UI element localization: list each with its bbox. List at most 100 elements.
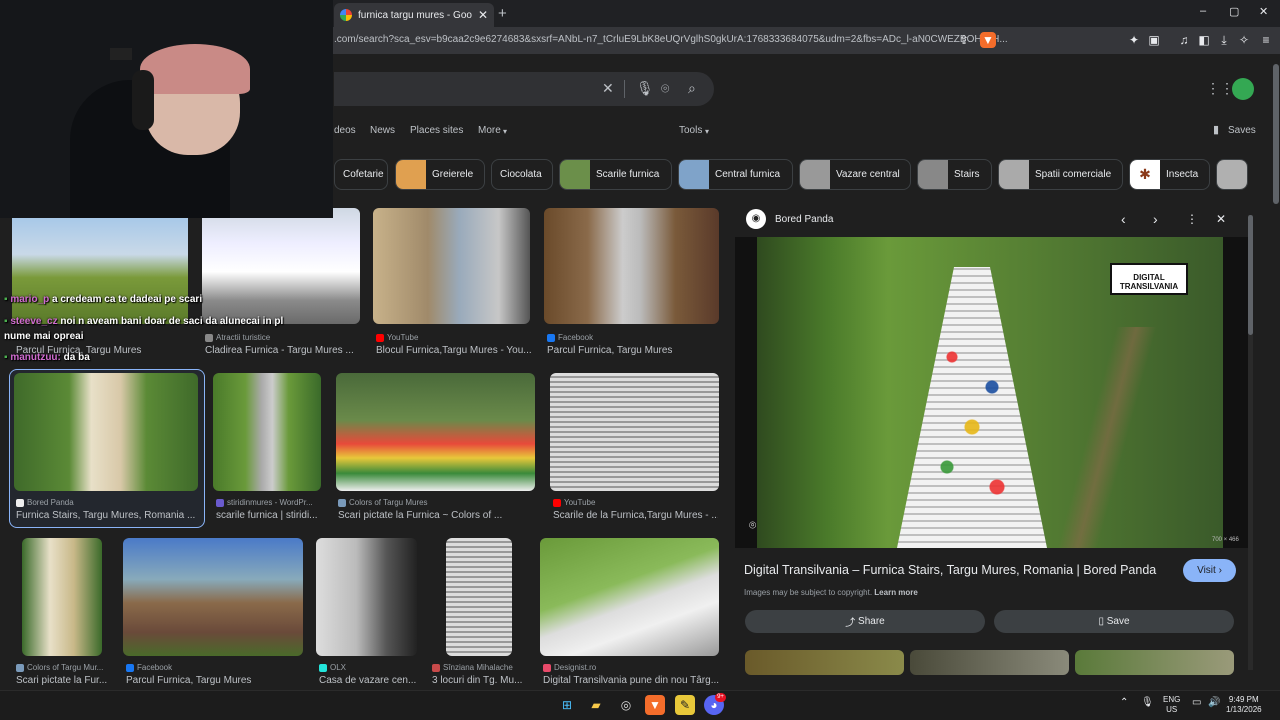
next-icon[interactable]: › bbox=[1153, 211, 1158, 227]
avatar[interactable] bbox=[1232, 78, 1254, 100]
tab-close-icon[interactable]: ✕ bbox=[478, 8, 488, 22]
apps-grid-icon[interactable]: ⋮⋮ bbox=[1206, 80, 1234, 97]
chip-central-furnica[interactable]: Central furnica bbox=[678, 159, 793, 190]
download-icon[interactable]: ⤓ bbox=[1216, 32, 1232, 48]
chip-label: Spatii comerciale bbox=[1035, 169, 1112, 180]
result-image[interactable] bbox=[336, 373, 535, 491]
result-caption[interactable]: Scarile de la Furnica,Targu Mures - ... bbox=[553, 510, 718, 521]
volume-icon[interactable]: 🔊 bbox=[1208, 698, 1220, 708]
brave-icon[interactable]: ▼ bbox=[645, 695, 665, 715]
nav-news[interactable]: News bbox=[370, 125, 395, 136]
close-window-button[interactable]: ✕ bbox=[1259, 5, 1268, 18]
file-explorer-icon[interactable]: ▰ bbox=[586, 695, 606, 715]
result-caption[interactable]: Parcul Furnica, Targu Mures bbox=[547, 345, 717, 356]
google-favicon-icon bbox=[340, 9, 352, 21]
obs-icon[interactable]: ◎ bbox=[616, 695, 636, 715]
result-caption[interactable]: scarile furnica | stiridi... bbox=[216, 510, 324, 521]
chip-spatii-comerciale[interactable]: Spatii comerciale bbox=[998, 159, 1123, 190]
result-caption[interactable]: Parcul Furnica, Targu Mures bbox=[126, 675, 304, 686]
result-image[interactable] bbox=[14, 373, 198, 491]
maximize-button[interactable]: ▢ bbox=[1229, 5, 1239, 18]
windows-start-icon[interactable]: ⊞ bbox=[557, 695, 577, 715]
clear-search-icon[interactable]: ✕ bbox=[602, 80, 614, 97]
result-image[interactable] bbox=[202, 208, 360, 324]
result-caption[interactable]: Casa de vazare cen... bbox=[319, 675, 417, 686]
related-image[interactable] bbox=[910, 650, 1069, 675]
url-field[interactable]: .com/search?sca_esv=b9caa2c9e6274683&sxs… bbox=[334, 34, 1008, 45]
chip-cofetarie[interactable]: Cofetarie bbox=[334, 159, 388, 190]
result-caption[interactable]: Scari pictate la Furnica ~ Colors of ... bbox=[338, 510, 533, 521]
result-caption[interactable]: Cladirea Furnica - Targu Mures ... bbox=[205, 345, 363, 356]
chip-vazare-central[interactable]: Vazare central bbox=[799, 159, 911, 190]
media-icon[interactable]: ♫ bbox=[1176, 32, 1192, 48]
scrollbar[interactable] bbox=[1272, 54, 1280, 690]
visit-button[interactable]: Visit › bbox=[1183, 559, 1236, 582]
network-icon[interactable]: ▭ bbox=[1192, 698, 1201, 708]
search-icon[interactable]: ⌕ bbox=[688, 80, 696, 97]
brave-shield-icon[interactable]: ▼ bbox=[980, 32, 996, 48]
result-caption[interactable]: Furnica Stairs, Targu Mures, Romania ... bbox=[16, 510, 196, 521]
panel-title[interactable]: Digital Transilvania – Furnica Stairs, T… bbox=[744, 563, 1164, 577]
more-options-icon[interactable]: ⋮ bbox=[1186, 212, 1198, 226]
clock[interactable]: 9:49 PM 1/13/2026 bbox=[1226, 695, 1262, 715]
microphone-icon[interactable]: 🎙 bbox=[1141, 698, 1154, 708]
result-source: OLX bbox=[319, 663, 417, 672]
chip-ciocolata[interactable]: Ciocolata bbox=[491, 159, 553, 190]
result-image[interactable] bbox=[544, 208, 719, 324]
panel-source[interactable]: Bored Panda bbox=[775, 214, 833, 225]
result-image[interactable] bbox=[213, 373, 321, 491]
voice-search-icon[interactable]: 🎙 bbox=[636, 80, 654, 97]
tab-active[interactable]: furnica targu mures - Google Se ✕ bbox=[334, 3, 494, 27]
minimize-button[interactable]: – bbox=[1200, 5, 1206, 17]
result-image[interactable] bbox=[373, 208, 530, 324]
new-tab-button[interactable]: + bbox=[498, 5, 507, 22]
chip-stairs[interactable]: Stairs bbox=[917, 159, 992, 190]
chip-greierele[interactable]: Greierele bbox=[395, 159, 485, 190]
lens-search-icon[interactable]: ⌾ bbox=[749, 518, 756, 533]
share-button[interactable]: ⤴ Share bbox=[745, 610, 985, 633]
related-image[interactable] bbox=[745, 650, 904, 675]
chip-label: Central furnica bbox=[715, 169, 781, 180]
sidebar-icon[interactable]: ◧ bbox=[1196, 32, 1212, 48]
nav-more[interactable]: More bbox=[478, 125, 501, 136]
menu-icon[interactable]: ≡ bbox=[1258, 32, 1274, 48]
save-button[interactable]: ▯ Save bbox=[994, 610, 1234, 633]
share-icon: ⤴ bbox=[845, 618, 856, 629]
chip-next[interactable] bbox=[1216, 159, 1248, 190]
lens-icon[interactable]: ⌾ bbox=[661, 80, 669, 97]
share-page-icon[interactable]: ⇪ bbox=[956, 32, 972, 48]
leo-icon[interactable]: ✧ bbox=[1236, 32, 1252, 48]
language-indicator[interactable]: ENG US bbox=[1163, 695, 1180, 715]
saves-link[interactable]: Saves bbox=[1228, 125, 1256, 136]
nav-places[interactable]: Places sites bbox=[410, 125, 463, 136]
close-panel-icon[interactable]: ✕ bbox=[1216, 212, 1226, 226]
panel-scrollbar[interactable] bbox=[1248, 215, 1253, 670]
nav-videos[interactable]: deos bbox=[334, 125, 356, 136]
search-box[interactable] bbox=[334, 72, 714, 106]
chip-thumbnail bbox=[396, 160, 426, 189]
previous-icon[interactable]: ‹ bbox=[1121, 211, 1126, 227]
webcam-overlay bbox=[0, 0, 333, 218]
result-image[interactable] bbox=[22, 538, 102, 656]
chevron-up-icon[interactable]: ⌃ bbox=[1120, 698, 1128, 708]
preview-image[interactable]: DIGITAL TRANSILVANIA bbox=[757, 237, 1223, 548]
result-image[interactable] bbox=[12, 208, 188, 324]
result-caption[interactable]: Scari pictate la Fur... bbox=[16, 675, 108, 686]
wallet-icon[interactable]: ▣ bbox=[1146, 32, 1162, 48]
result-image[interactable] bbox=[446, 538, 512, 656]
image-dimensions: 700 × 466 bbox=[1212, 537, 1239, 543]
related-image[interactable] bbox=[1075, 650, 1234, 675]
result-caption[interactable]: 3 locuri din Tg. Mu... bbox=[432, 675, 524, 686]
result-image[interactable] bbox=[123, 538, 303, 656]
result-caption[interactable]: Blocul Furnica,Targu Mures - You... bbox=[376, 345, 534, 356]
chip-insecta[interactable]: ✱ Insecta bbox=[1129, 159, 1210, 190]
nav-tools[interactable]: Tools bbox=[679, 125, 702, 136]
result-image[interactable] bbox=[540, 538, 719, 656]
learn-more-link[interactable]: Learn more bbox=[874, 588, 918, 597]
extensions-icon[interactable]: ✦ bbox=[1126, 32, 1142, 48]
result-image[interactable] bbox=[550, 373, 719, 491]
app-icon[interactable]: ✎ bbox=[675, 695, 695, 715]
result-caption[interactable]: Digital Transilvania pune din nou Târg..… bbox=[543, 675, 719, 686]
chip-scarile-furnica[interactable]: Scarile furnica bbox=[559, 159, 672, 190]
result-image[interactable] bbox=[316, 538, 417, 656]
